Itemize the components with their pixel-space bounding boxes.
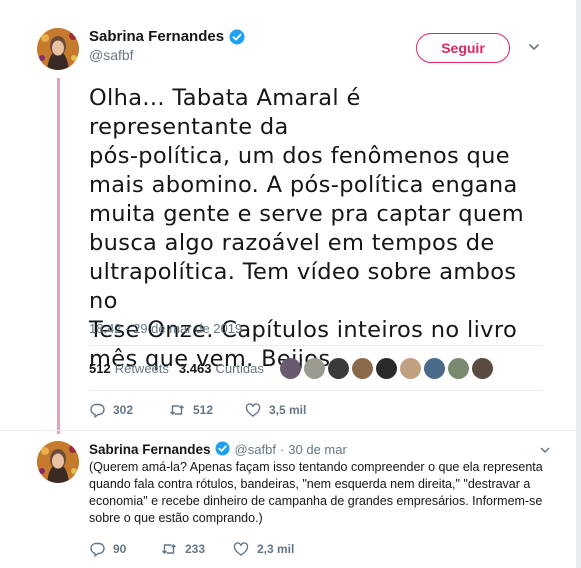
chevron-down-icon[interactable] [528,42,540,52]
verified-badge-icon [215,441,231,457]
tweet-stats: 512 Retweets 3.463 Curtidas [89,356,493,380]
verified-badge-icon [229,29,245,45]
reply-button[interactable]: 302 [89,402,169,418]
retweet-icon [170,405,184,415]
chevron-down-icon[interactable] [540,446,550,454]
divider [0,430,576,431]
reply-author-header: Sabrina Fernandes @safbf · 30 de mar [89,441,347,457]
like-button[interactable]: 3,5 mil [245,402,306,418]
avatar[interactable] [399,357,421,379]
author-handle[interactable]: @safbf [235,442,276,457]
reply-actions: 90 233 2,3 mil [89,541,294,557]
retweet-icon [162,544,176,554]
avatar[interactable] [279,357,301,379]
tweet-author-header: Sabrina Fernandes @safbf [89,28,245,63]
avatar[interactable] [423,357,445,379]
reply-count: 302 [113,403,134,417]
divider [89,345,543,346]
retweet-count: 512 [193,403,214,417]
tweet-timestamp[interactable]: 18:42 - 29 de mar de 2019 [89,321,242,336]
avatar[interactable] [351,357,373,379]
page-edge [576,0,581,568]
divider [89,390,543,391]
tweet-actions: 302 512 3,5 mil [89,402,306,418]
reply-date[interactable]: 30 de mar [288,442,347,457]
follow-button[interactable]: Seguir [416,33,510,63]
author-name[interactable]: Sabrina Fernandes [89,28,224,45]
retweet-button[interactable]: 233 [161,541,233,557]
reply-text: (Querem amá-la? Apenas façam isso tentan… [89,460,543,525]
avatar[interactable] [375,357,397,379]
author-handle[interactable]: @safbf [89,47,245,63]
like-icon [233,542,249,556]
avatar[interactable] [37,441,79,483]
likes-label: Curtidas [215,360,264,376]
retweet-button[interactable]: 512 [169,402,245,418]
like-icon [245,403,261,417]
avatar[interactable] [37,28,79,70]
liker-avatars [279,357,493,379]
like-count: 3,5 mil [269,403,307,417]
retweets-count: 512 [89,360,111,376]
retweet-count: 233 [185,542,206,556]
author-name[interactable]: Sabrina Fernandes [89,442,211,457]
retweets-label: Retweets [114,360,169,376]
likes-stat[interactable]: 3.463 Curtidas [179,361,264,376]
avatar[interactable] [327,357,349,379]
reply-button[interactable]: 90 [89,541,161,557]
reply-icon [90,403,105,418]
separator-dot: · [279,441,285,457]
avatar[interactable] [471,357,493,379]
like-button[interactable]: 2,3 mil [233,541,294,557]
reply-count: 90 [113,542,127,556]
thread-connector-line [57,78,60,434]
retweets-stat[interactable]: 512 Retweets [89,361,169,376]
avatar[interactable] [447,357,469,379]
reply-icon [90,542,105,557]
avatar[interactable] [303,357,325,379]
like-count: 2,3 mil [257,542,295,556]
likes-count: 3.463 [178,360,212,376]
